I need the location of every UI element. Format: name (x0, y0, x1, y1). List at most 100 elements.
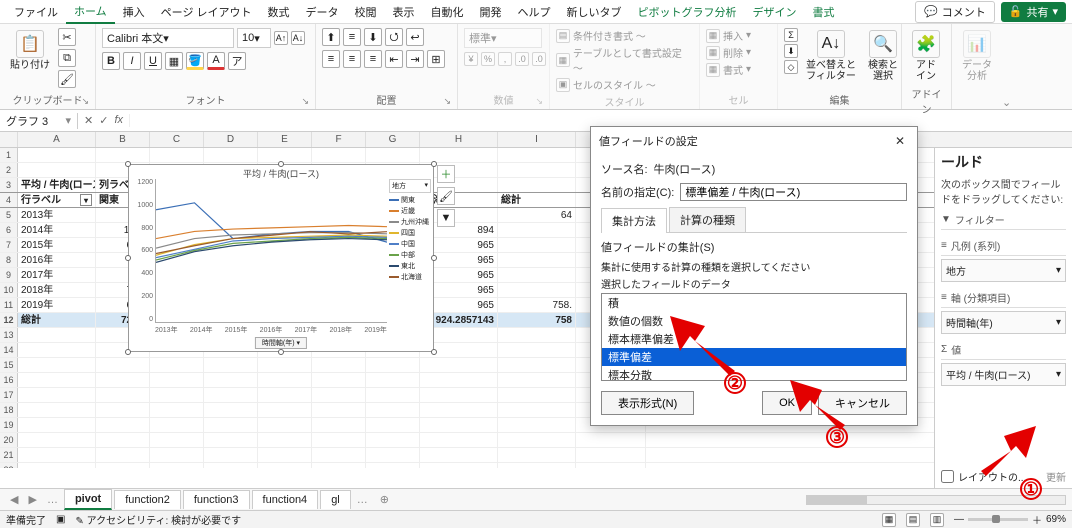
chart-axis-field-button[interactable]: 時間軸(年) ▾ (255, 337, 307, 349)
cut-icon[interactable]: ✂ (58, 28, 76, 46)
enter-formula-icon[interactable]: ✓ (99, 114, 108, 127)
collapse-ribbon-icon[interactable]: ⌄ (1002, 94, 1017, 109)
share-button[interactable]: 🔓 共有 ▾ (1001, 2, 1066, 22)
align-bottom-icon[interactable]: ⬇ (364, 28, 382, 46)
menu-formulas[interactable]: 数式 (260, 1, 298, 23)
analyze-data-button[interactable]: 📊データ 分析 (958, 28, 996, 84)
format-table-icon[interactable]: ▦ (556, 53, 570, 67)
paste-button[interactable]: 📋貼り付け (6, 28, 54, 73)
underline-button[interactable]: U (144, 52, 162, 70)
number-format-button[interactable]: 表示形式(N) (601, 391, 694, 415)
agg-option[interactable]: 数値の個数 (602, 312, 906, 330)
view-pagelayout-icon[interactable]: ▤ (906, 513, 920, 527)
autosum-icon[interactable]: Σ (784, 28, 798, 42)
aggregate-function-list[interactable]: 積数値の個数標本標準偏差標準偏差標本分散分散 (601, 293, 907, 381)
align-top-icon[interactable]: ⬆ (322, 28, 340, 46)
defer-layout-checkbox[interactable] (941, 470, 954, 483)
name-box[interactable]: グラフ 3▾ (0, 113, 78, 129)
chart-plot-area[interactable] (155, 179, 387, 323)
merge-icon[interactable]: ⊞ (427, 50, 445, 68)
increase-font-icon[interactable]: A↑ (274, 31, 288, 45)
menu-design[interactable]: デザイン (745, 1, 805, 23)
border-button[interactable]: ▦ (165, 52, 183, 70)
bold-button[interactable]: B (102, 52, 120, 70)
indent-inc-icon[interactable]: ⇥ (406, 50, 424, 68)
custom-name-input[interactable] (680, 183, 907, 201)
cell-styles-icon[interactable]: ▣ (556, 78, 570, 92)
font-size-select[interactable]: 10 ▾ (237, 28, 271, 48)
tab-show-values-as[interactable]: 計算の種類 (669, 207, 746, 232)
comma-icon[interactable]: , (498, 52, 512, 66)
cond-format-icon[interactable]: ▤ (556, 29, 570, 43)
percent-icon[interactable]: % (481, 52, 495, 66)
menu-help[interactable]: ヘルプ (510, 1, 559, 23)
fx-icon[interactable]: fx (114, 114, 123, 127)
tab-nav-prev[interactable]: ◀ (6, 493, 22, 506)
tab-nav-next[interactable]: ▶ (24, 493, 40, 506)
align-center-icon[interactable]: ≡ (343, 50, 361, 68)
menu-automate[interactable]: 自動化 (423, 1, 472, 23)
sheet-tab-more[interactable]: gl (320, 490, 351, 509)
legend-field[interactable]: 地方▾ (941, 259, 1066, 282)
addins-button[interactable]: 🧩アド イン (908, 28, 944, 84)
tab-summarize[interactable]: 集計方法 (601, 208, 667, 233)
menu-newtab[interactable]: 新しいタブ (559, 1, 630, 23)
format-icon[interactable]: ▦ (706, 63, 720, 77)
dec-decimal-icon[interactable]: .0 (532, 52, 546, 66)
italic-button[interactable]: I (123, 52, 141, 70)
dialog-close-button[interactable]: ✕ (891, 134, 909, 148)
view-normal-icon[interactable]: ▦ (882, 513, 896, 527)
currency-icon[interactable]: ¥ (464, 52, 478, 66)
chart-elements-button[interactable]: ＋ (437, 165, 455, 183)
align-middle-icon[interactable]: ≡ (343, 28, 361, 46)
number-format-select[interactable]: 標準 ▾ (464, 28, 542, 48)
insert-icon[interactable]: ▦ (706, 29, 720, 43)
cancel-formula-icon[interactable]: ✕ (84, 114, 93, 127)
orientation-icon[interactable]: ⭯ (385, 28, 403, 46)
sheet-tab-function4[interactable]: function4 (252, 490, 319, 509)
sheet-tab-pivot[interactable]: pivot (64, 489, 112, 510)
agg-option[interactable]: 標準偏差 (602, 348, 906, 366)
font-name-select[interactable]: Calibri 本文 ▾ (102, 28, 234, 48)
menu-format[interactable]: 書式 (805, 1, 843, 23)
agg-option[interactable]: 標本標準偏差 (602, 330, 906, 348)
inc-decimal-icon[interactable]: .0 (515, 52, 529, 66)
chart-filter-button[interactable]: ▼ (437, 209, 455, 227)
fill-icon[interactable]: ⬇ (784, 44, 798, 58)
menu-pivotchart-analyze[interactable]: ピボットグラフ分析 (630, 1, 745, 23)
format-painter-icon[interactable]: 🖌 (58, 70, 76, 88)
sheet-tab-function2[interactable]: function2 (114, 490, 181, 509)
view-pagebreak-icon[interactable]: ▥ (930, 513, 944, 527)
agg-option[interactable]: 標本分散 (602, 366, 906, 381)
menu-data[interactable]: データ (298, 1, 347, 23)
indent-dec-icon[interactable]: ⇤ (385, 50, 403, 68)
menu-file[interactable]: ファイル (6, 1, 66, 23)
clear-icon[interactable]: ◇ (784, 60, 798, 74)
find-select-button[interactable]: 🔍検索と 選択 (864, 28, 902, 84)
axis-field[interactable]: 時間軸(年)▾ (941, 311, 1066, 334)
delete-icon[interactable]: ▦ (706, 46, 720, 60)
align-right-icon[interactable]: ≡ (364, 50, 382, 68)
zoom-slider[interactable]: — ＋ 69% (954, 512, 1066, 527)
values-field[interactable]: 平均 / 牛肉(ロース)▾ (941, 363, 1066, 386)
menu-pagelayout[interactable]: ページ レイアウト (153, 1, 260, 23)
macro-rec-icon[interactable]: ▣ (56, 514, 65, 525)
menu-insert[interactable]: 挿入 (115, 1, 153, 23)
font-color-button[interactable]: A (207, 52, 225, 70)
align-left-icon[interactable]: ≡ (322, 50, 340, 68)
accessibility-status[interactable]: ✎ アクセシビリティ: 検討が必要です (75, 512, 241, 527)
decrease-font-icon[interactable]: A↓ (291, 31, 305, 45)
sort-filter-button[interactable]: A↓並べ替えと フィルター (802, 28, 860, 84)
fill-color-button[interactable]: 🪣 (186, 52, 204, 70)
menu-home[interactable]: ホーム (66, 0, 115, 24)
pivot-chart[interactable]: 平均 / 牛肉(ロース) 120010008006004002000 2013年… (128, 164, 434, 352)
wrap-text-icon[interactable]: ↩ (406, 28, 424, 46)
phonetic-button[interactable]: ア (228, 52, 246, 70)
copy-icon[interactable]: ⧉ (58, 49, 76, 67)
agg-option[interactable]: 積 (602, 294, 906, 312)
sheet-tab-function3[interactable]: function3 (183, 490, 250, 509)
chart-styles-button[interactable]: 🖌 (437, 187, 455, 205)
menu-review[interactable]: 校閲 (347, 1, 385, 23)
comments-button[interactable]: 💬 コメント (915, 1, 995, 23)
menu-view[interactable]: 表示 (385, 1, 423, 23)
